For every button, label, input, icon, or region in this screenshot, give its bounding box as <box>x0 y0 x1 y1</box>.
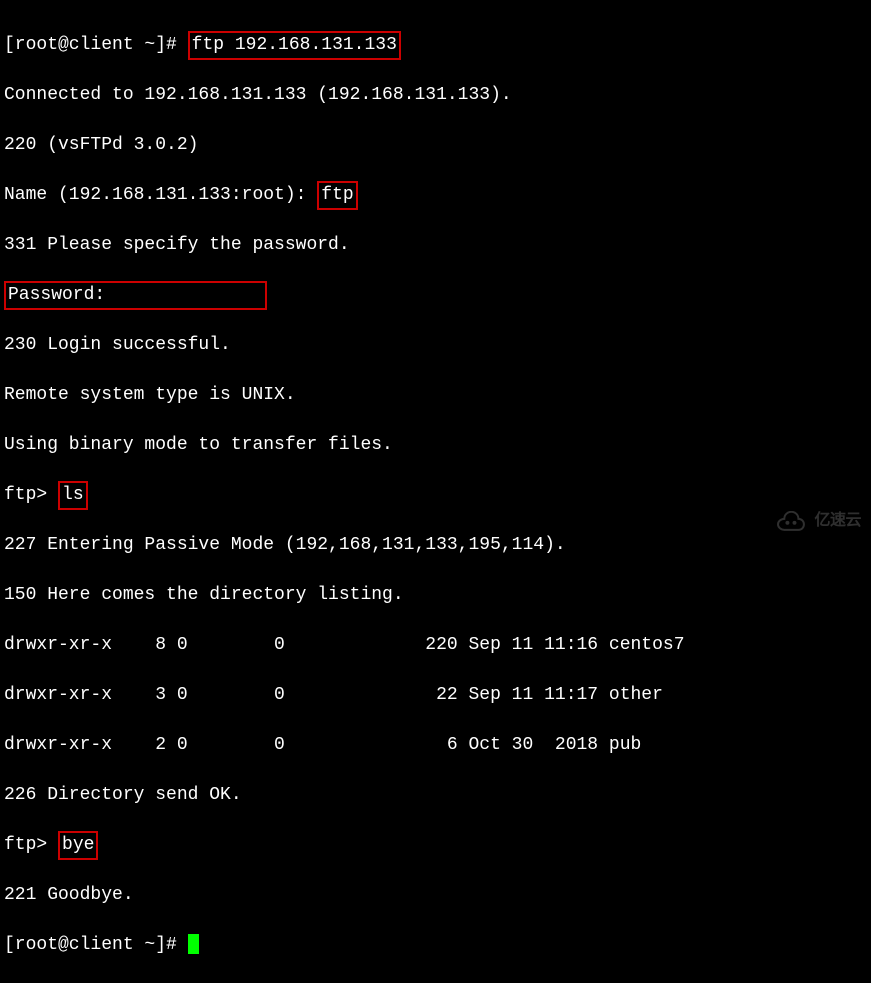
ftp-prompt: ftp> <box>4 835 58 855</box>
name-prompt: Name (192.168.131.133:root): <box>4 185 317 205</box>
terminal-line: Remote system type is UNIX. <box>4 383 867 408</box>
cursor-icon <box>188 934 199 954</box>
watermark: 亿速云 <box>770 509 861 534</box>
directory-entry: drwxr-xr-x 8 0 0 220 Sep 11 11:16 centos… <box>4 633 867 658</box>
cloud-icon <box>770 511 808 533</box>
terminal-screen[interactable]: [root@client ~]# ftp 192.168.131.133 Con… <box>4 8 867 983</box>
directory-entry: drwxr-xr-x 2 0 0 6 Oct 30 2018 pub <box>4 733 867 758</box>
directory-entry: drwxr-xr-x 3 0 0 22 Sep 11 11:17 other <box>4 683 867 708</box>
terminal-line: Connected to 192.168.131.133 (192.168.13… <box>4 83 867 108</box>
password-highlight: Password: <box>4 281 267 310</box>
watermark-text: 亿速云 <box>814 509 861 534</box>
terminal-line: [root@client ~]# <box>4 933 867 958</box>
shell-prompt: [root@client ~]# <box>4 35 188 55</box>
terminal-line: 150 Here comes the directory listing. <box>4 583 867 608</box>
terminal-line: 226 Directory send OK. <box>4 783 867 808</box>
terminal-line: Name (192.168.131.133:root): ftp <box>4 183 867 208</box>
terminal-line: 331 Please specify the password. <box>4 233 867 258</box>
shell-prompt: [root@client ~]# <box>4 935 188 955</box>
terminal-line: Using binary mode to transfer files. <box>4 433 867 458</box>
ftp-prompt: ftp> <box>4 485 58 505</box>
terminal-line: 230 Login successful. <box>4 333 867 358</box>
terminal-line: 221 Goodbye. <box>4 883 867 908</box>
ftp-user-highlight: ftp <box>317 181 357 210</box>
terminal-line: 220 (vsFTPd 3.0.2) <box>4 133 867 158</box>
terminal-line: ftp> ls <box>4 483 867 508</box>
ftp-command-highlight: ftp 192.168.131.133 <box>188 31 401 60</box>
terminal-line: 227 Entering Passive Mode (192,168,131,1… <box>4 533 867 558</box>
terminal-line: Password: <box>4 283 867 308</box>
bye-command-highlight: bye <box>58 831 98 860</box>
terminal-line: ftp> bye <box>4 833 867 858</box>
terminal-line: [root@client ~]# ftp 192.168.131.133 <box>4 33 867 58</box>
ls-command-highlight: ls <box>58 481 88 510</box>
